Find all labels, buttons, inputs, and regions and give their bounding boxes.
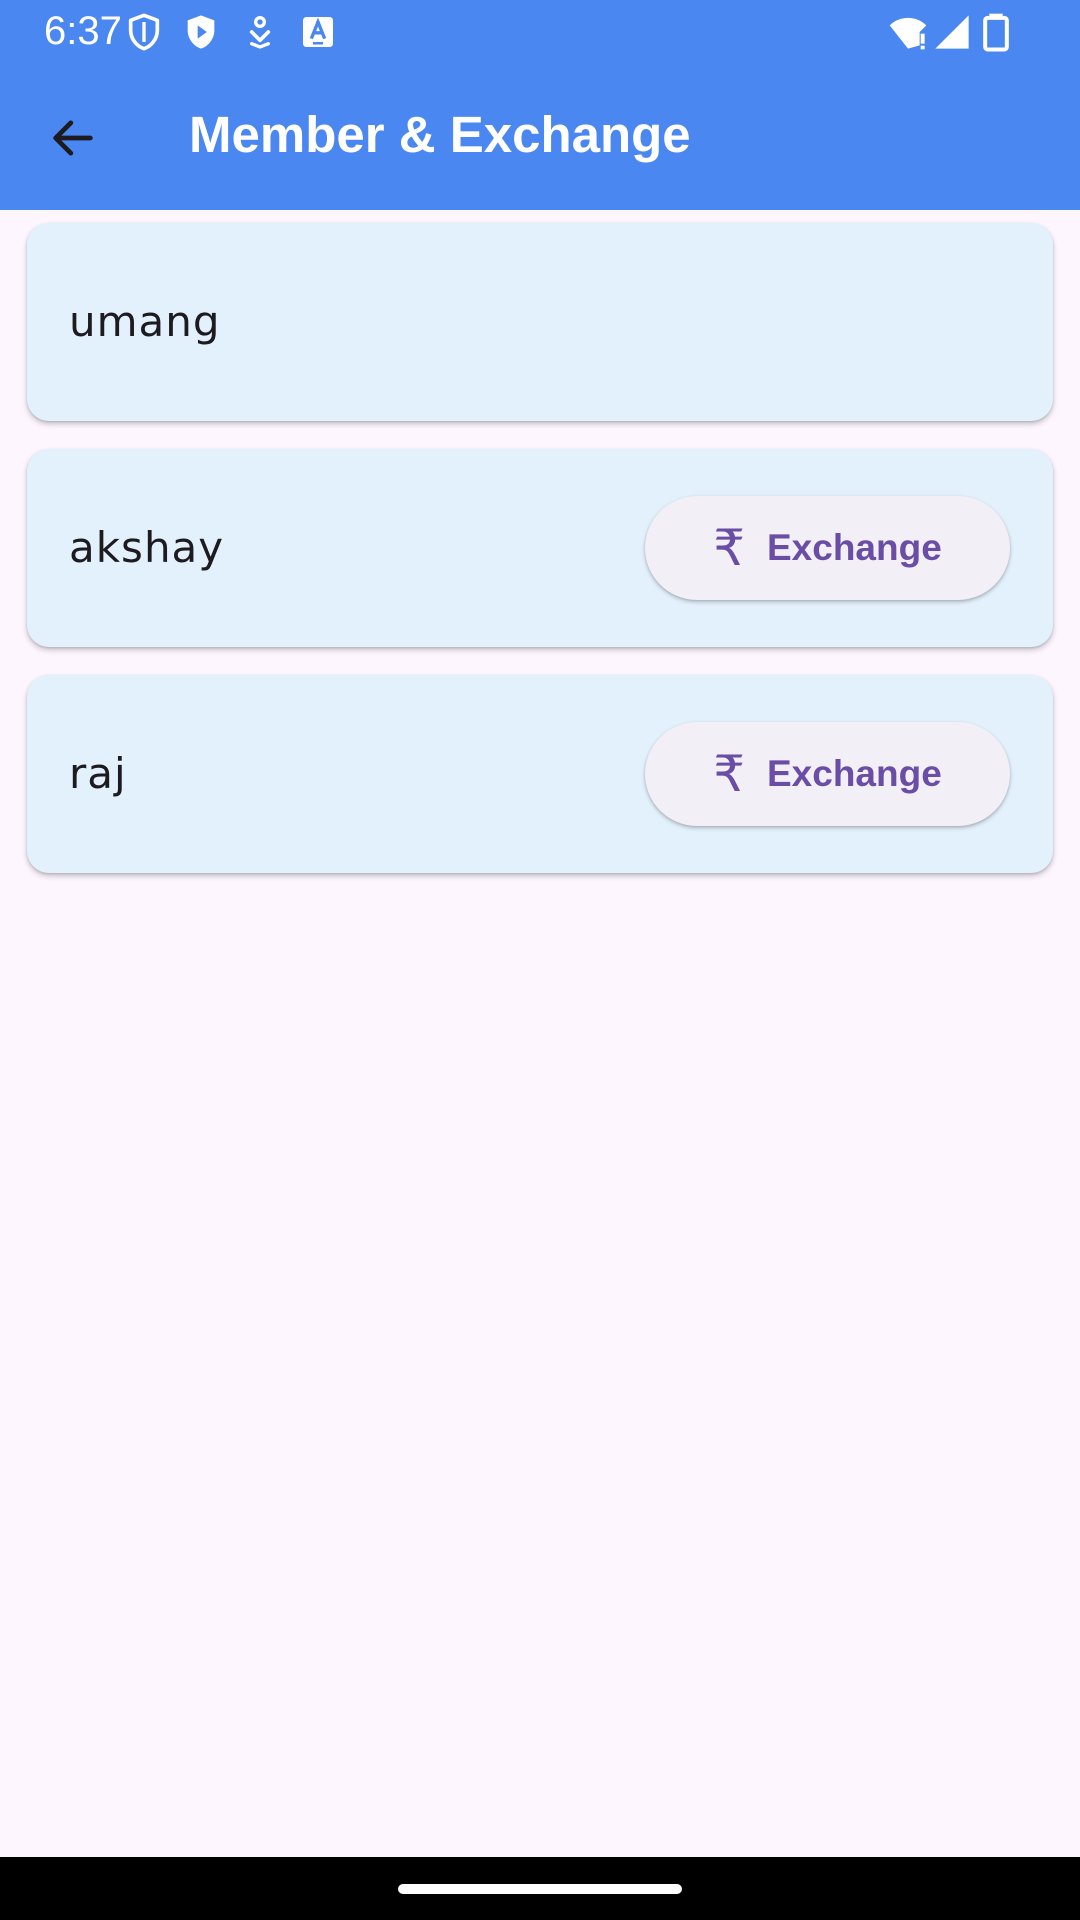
back-button[interactable]	[38, 103, 108, 173]
app-bar: Member & Exchange	[0, 63, 1080, 210]
screen: 6:37 Member & Exchange umang akshay ₹ Ex…	[0, 0, 1080, 1920]
page-title: Member & Exchange	[189, 106, 691, 163]
home-handle[interactable]	[398, 1884, 682, 1894]
signal-icon	[932, 12, 972, 52]
navigation-bar	[0, 1857, 1080, 1920]
member-card-umang[interactable]: umang	[27, 223, 1053, 421]
arrow-back-icon	[47, 112, 99, 164]
exchange-button-label: Exchange	[767, 527, 942, 568]
member-name: umang	[69, 297, 221, 346]
shield-play-icon	[181, 12, 221, 52]
member-card-akshay[interactable]: akshay ₹ Exchange	[27, 449, 1053, 647]
member-name: akshay	[69, 523, 225, 572]
member-card-raj[interactable]: raj ₹ Exchange	[27, 675, 1053, 873]
status-time: 6:37	[44, 9, 122, 53]
text-a-icon	[298, 12, 338, 52]
download-icon	[240, 12, 280, 52]
shield-outline-icon	[124, 12, 164, 52]
exchange-button[interactable]: ₹ Exchange	[645, 722, 1010, 826]
exchange-button[interactable]: ₹ Exchange	[645, 496, 1010, 600]
rupee-icon: ₹	[713, 745, 745, 803]
exchange-button-label: Exchange	[767, 753, 942, 794]
battery-icon	[976, 12, 1016, 52]
member-name: raj	[69, 749, 127, 798]
rupee-icon: ₹	[713, 519, 745, 577]
status-bar: 6:37	[0, 0, 1080, 63]
wifi-alert-icon	[888, 12, 928, 52]
